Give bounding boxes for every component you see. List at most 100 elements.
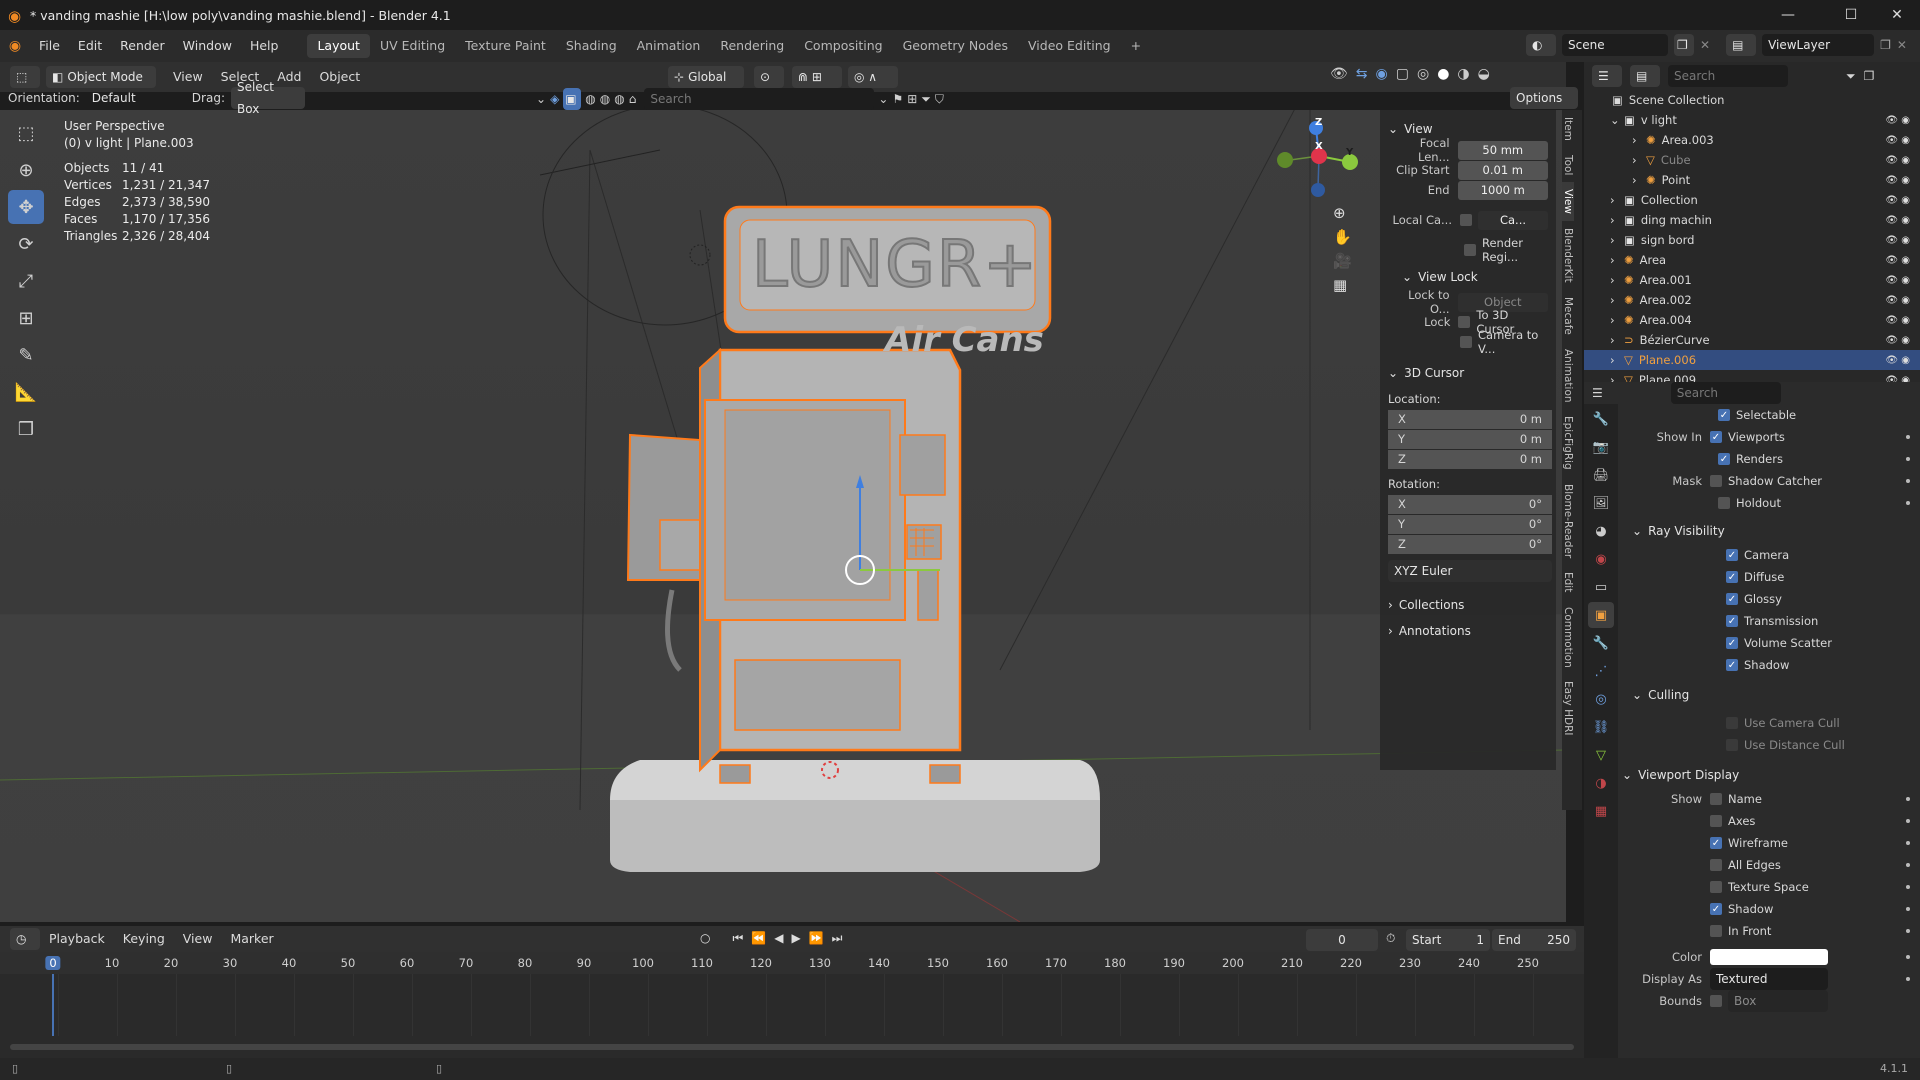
menu-render[interactable]: Render bbox=[111, 34, 174, 58]
maximize-button[interactable]: ☐ bbox=[1828, 0, 1874, 30]
keyframe-dot-icon[interactable] bbox=[1906, 479, 1910, 483]
frame-ruler[interactable]: 0 10 20 30 40 50 60 70 80 90 100 110 120 130 140 150 160… bbox=[0, 952, 1584, 974]
shading-wireframe-icon[interactable]: ◎ bbox=[1417, 66, 1429, 82]
outliner-search-input[interactable]: Search bbox=[1668, 65, 1788, 87]
menu-edit[interactable]: Edit bbox=[69, 34, 111, 58]
keyframe-dot-icon[interactable] bbox=[1906, 841, 1910, 845]
chevron-right-icon[interactable]: › bbox=[1610, 293, 1624, 307]
jump-start-icon[interactable]: ⏮ bbox=[732, 931, 743, 946]
outliner-row[interactable]: › ▣ ding machin 👁 ◉ bbox=[1584, 210, 1920, 230]
show-option-checkbox[interactable] bbox=[1710, 793, 1722, 805]
bounds-type-dropdown[interactable]: Box bbox=[1728, 990, 1828, 1012]
shading-solid-icon[interactable]: ● bbox=[1437, 66, 1449, 82]
selectability-icon[interactable]: ◈ bbox=[550, 92, 559, 106]
delete-scene-icon[interactable]: ✕ bbox=[1700, 38, 1710, 52]
cursor-rotation-x[interactable]: X 0° bbox=[1388, 495, 1552, 514]
workspace-tab-animation[interactable]: Animation bbox=[627, 34, 711, 58]
rotate-tool-icon[interactable]: ⟳ bbox=[8, 227, 44, 261]
ray-visibility-checkbox[interactable]: ✓ bbox=[1726, 549, 1738, 561]
bookmark-icon[interactable]: ⚑ bbox=[892, 92, 903, 106]
ray-visibility-checkbox[interactable]: ✓ bbox=[1726, 637, 1738, 649]
viewport-display-header[interactable]: ⌄ Viewport Display bbox=[1622, 762, 1920, 788]
tab-blome-reader[interactable]: Blome-Reader bbox=[1562, 477, 1574, 565]
focal-length-field[interactable]: 50 mm bbox=[1457, 140, 1548, 160]
proportional-edit-icon[interactable]: ◎ ∧ bbox=[848, 66, 898, 88]
start-frame-field[interactable]: Start 1 bbox=[1406, 929, 1490, 951]
local-camera-checkbox[interactable] bbox=[1460, 214, 1472, 226]
ray-visibility-row[interactable]: ✓ Diffuse bbox=[1622, 566, 1920, 588]
tab-mecafe[interactable]: Mecafe bbox=[1562, 290, 1574, 342]
tab-view[interactable]: View bbox=[1562, 182, 1574, 222]
visibility-toggle-icon[interactable]: 👁 ◉ bbox=[1885, 275, 1910, 286]
collection-props-icon[interactable]: ▭ bbox=[1588, 574, 1614, 600]
workspace-tab-uv-editing[interactable]: UV Editing bbox=[370, 34, 455, 58]
visibility-toggle-icon[interactable]: 👁 ◉ bbox=[1885, 175, 1910, 186]
keyframe-dot-icon[interactable] bbox=[1906, 797, 1910, 801]
ray-visibility-checkbox[interactable]: ✓ bbox=[1726, 593, 1738, 605]
outliner-row[interactable]: › ✺ Area.003 👁 ◉ bbox=[1584, 130, 1920, 150]
menu-help[interactable]: Help bbox=[241, 34, 288, 58]
chevron-right-icon[interactable]: › bbox=[1610, 233, 1624, 247]
outliner-row[interactable]: › ▽ Cube 👁 ◉ bbox=[1584, 150, 1920, 170]
outliner-row[interactable]: › ✺ Point 👁 ◉ bbox=[1584, 170, 1920, 190]
outliner-row[interactable]: › ✺ Area.001 👁 ◉ bbox=[1584, 270, 1920, 290]
color-row[interactable]: Color bbox=[1622, 946, 1920, 968]
editor-type-icon[interactable]: ⬚ bbox=[10, 66, 40, 88]
link-icon[interactable]: ⊞ bbox=[907, 92, 917, 106]
play-reverse-icon[interactable]: ◀ bbox=[774, 931, 783, 946]
3d-viewport[interactable]: LUNGR+ Air Cans Z X Y ⊕ ✋ 🎥 ▦ bbox=[0, 110, 1566, 922]
minimize-button[interactable]: — bbox=[1765, 0, 1811, 30]
mode-dropdown[interactable]: ◧ Object Mode bbox=[46, 66, 156, 88]
view-lock-header[interactable]: ⌄ View Lock bbox=[1388, 266, 1548, 288]
xray-toggle-icon[interactable]: ▢ bbox=[1396, 66, 1409, 82]
tab-epicfigrig[interactable]: EpicFigRig bbox=[1562, 409, 1574, 477]
workspace-tab-texture-paint[interactable]: Texture Paint bbox=[455, 34, 556, 58]
keyframe-dot-icon[interactable] bbox=[1906, 977, 1910, 981]
visibility-toggle-icon[interactable]: 👁 ◉ bbox=[1885, 155, 1910, 166]
move-tool-icon[interactable]: ✥ bbox=[8, 190, 44, 224]
annotate-tool-icon[interactable]: ✎ bbox=[8, 338, 44, 372]
ray-visibility-row[interactable]: ✓ Camera bbox=[1622, 544, 1920, 566]
properties-editor-type-icon[interactable]: ☰ bbox=[1592, 386, 1603, 400]
physics-props-icon[interactable]: ◎ bbox=[1588, 686, 1614, 712]
camera-view-icon[interactable]: 🎥 bbox=[1333, 252, 1352, 270]
ray-visibility-row[interactable]: ✓ Glossy bbox=[1622, 588, 1920, 610]
show-option-row[interactable]: ✓ Shadow bbox=[1622, 898, 1920, 920]
tab-edit[interactable]: Edit bbox=[1562, 565, 1574, 599]
ray-visibility-checkbox[interactable]: ✓ bbox=[1726, 659, 1738, 671]
scene-name-field[interactable]: Scene bbox=[1562, 34, 1668, 56]
ray-visibility-row[interactable]: ✓ Transmission bbox=[1622, 610, 1920, 632]
annotations-header[interactable]: › Annotations bbox=[1388, 620, 1548, 642]
outliner-row[interactable]: › ✺ Area.004 👁 ◉ bbox=[1584, 310, 1920, 330]
keyframe-dot-icon[interactable] bbox=[1906, 955, 1910, 959]
chevron-right-icon[interactable]: › bbox=[1610, 313, 1624, 327]
visibility-toggle-icon[interactable]: 👁 ◉ bbox=[1885, 295, 1910, 306]
modifier-props-icon[interactable]: 🔧 bbox=[1588, 630, 1614, 656]
texture-props-icon[interactable]: ▦ bbox=[1588, 798, 1614, 824]
visibility-toggle-icon[interactable]: 👁 ◉ bbox=[1885, 315, 1910, 326]
display-as-row[interactable]: Display As Textured bbox=[1622, 968, 1920, 990]
show-option-row[interactable]: Texture Space bbox=[1622, 876, 1920, 898]
chevron-right-icon[interactable]: › bbox=[1632, 133, 1646, 147]
show-in-viewports-row[interactable]: Show In ✓ Viewports bbox=[1622, 426, 1920, 448]
end-frame-field[interactable]: End 250 bbox=[1492, 929, 1576, 951]
timeline-menu-playback[interactable]: Playback bbox=[40, 927, 114, 951]
select-box-tool-icon[interactable]: ⬚ bbox=[8, 116, 44, 150]
visibility-toggle-icon[interactable]: 👁 ◉ bbox=[1885, 135, 1910, 146]
shade-icon-a[interactable]: ◍ bbox=[585, 92, 595, 106]
distance-cull-row[interactable]: Use Distance Cull bbox=[1622, 734, 1920, 756]
close-button[interactable]: ✕ bbox=[1874, 0, 1920, 30]
tab-animation[interactable]: Animation bbox=[1562, 342, 1574, 410]
tab-blenderkit[interactable]: BlenderKit bbox=[1562, 221, 1574, 290]
playhead-line[interactable] bbox=[52, 974, 54, 1036]
visibility-toggle-icon[interactable]: 👁 ◉ bbox=[1885, 115, 1910, 126]
renders-checkbox[interactable]: ✓ bbox=[1718, 453, 1730, 465]
chevron-right-icon[interactable]: › bbox=[1610, 213, 1624, 227]
new-collection-icon[interactable]: ❐ bbox=[1864, 69, 1875, 83]
transform-orientation-dropdown[interactable]: ⊹ Global bbox=[668, 66, 744, 88]
lock-cursor-checkbox[interactable] bbox=[1458, 316, 1471, 328]
ortho-grid-icon[interactable]: ▦ bbox=[1333, 276, 1352, 294]
keyframe-dot-icon[interactable] bbox=[1906, 929, 1910, 933]
add-cube-tool-icon[interactable]: ❒ bbox=[8, 412, 44, 446]
chevron-right-icon[interactable]: › bbox=[1610, 333, 1624, 347]
